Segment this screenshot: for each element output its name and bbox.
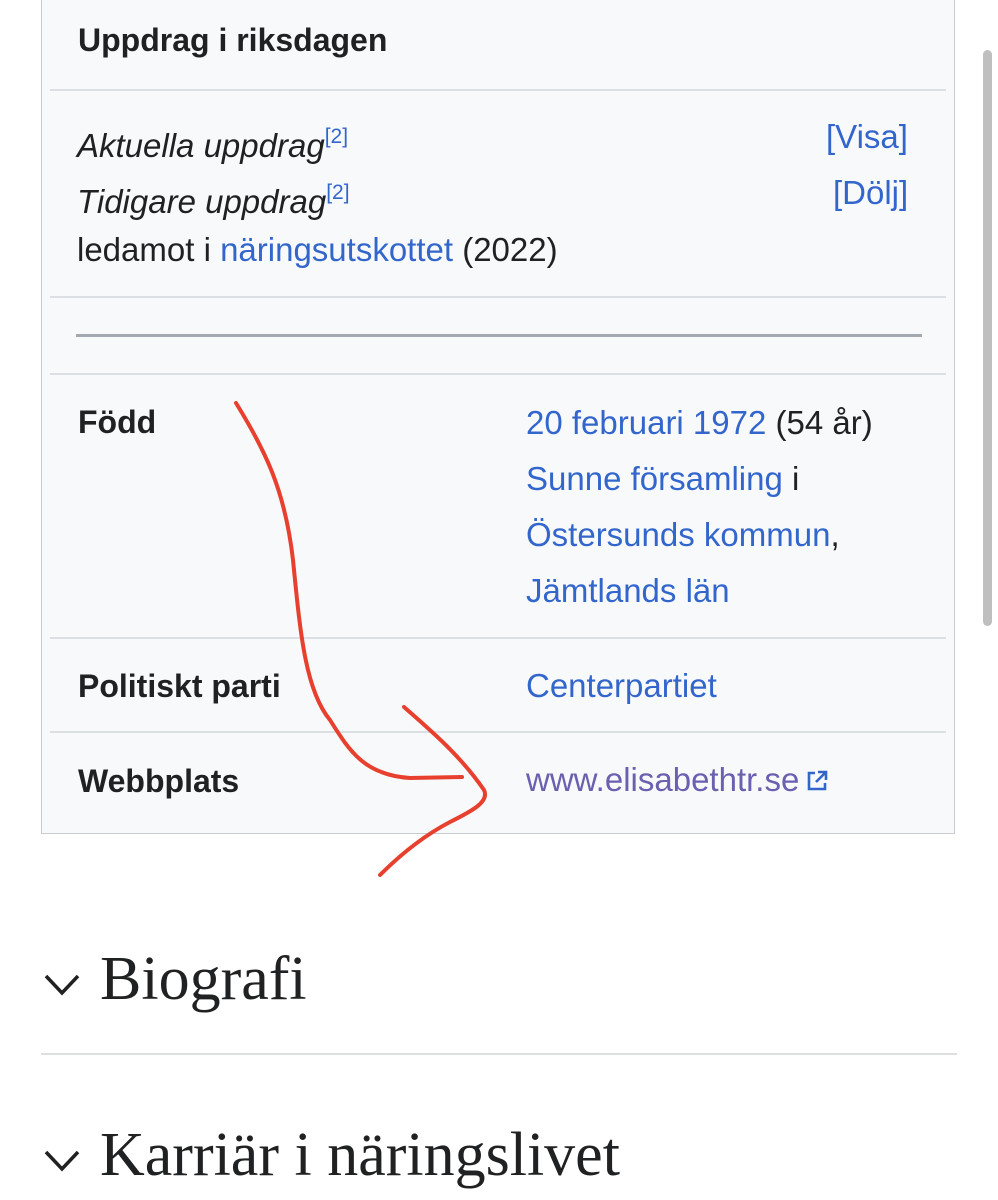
current-assignments-label: Aktuella uppdrag [77, 127, 325, 164]
show-toggle[interactable]: [Visa] [826, 115, 908, 159]
divider [50, 731, 946, 733]
current-assignments-row: Aktuella uppdrag[2] [77, 115, 348, 168]
past-assignments-label: Tidigare uppdrag [77, 183, 327, 220]
age: (54 år) [766, 404, 873, 441]
municipality-suffix: , [830, 516, 840, 553]
parish-link[interactable]: Sunne församling [526, 460, 783, 497]
section-title-biografi[interactable]: Biografi [100, 944, 307, 1015]
section-title-karriar[interactable]: Karriär i näringslivet [100, 1120, 620, 1191]
birth-date-link[interactable]: 20 februari 1972 [526, 404, 766, 441]
scrollbar[interactable] [983, 50, 992, 626]
committee-membership: ledamot i näringsutskottet (2022) [77, 228, 558, 272]
divider [50, 637, 946, 639]
divider [50, 373, 946, 375]
chevron-down-icon[interactable] [42, 972, 82, 998]
reference-link[interactable]: [2] [326, 181, 349, 204]
infobox-section-heading: Uppdrag i riksdagen [78, 22, 388, 58]
county-link[interactable]: Jämtlands län [526, 572, 730, 609]
divider [50, 296, 946, 298]
reference-link[interactable]: [2] [325, 125, 348, 148]
parish-suffix: i [782, 460, 800, 497]
party-label: Politiskt parti [78, 668, 281, 704]
section-divider [41, 1053, 957, 1055]
chevron-down-icon[interactable] [42, 1148, 82, 1174]
horizontal-rule [76, 334, 922, 337]
party-link[interactable]: Centerpartiet [526, 658, 717, 714]
committee-prefix: ledamot i [77, 231, 221, 268]
committee-link[interactable]: näringsutskottet [220, 231, 453, 268]
municipality-link[interactable]: Östersunds kommun [526, 516, 830, 553]
committee-year: (2022) [453, 231, 558, 268]
external-link-icon [808, 770, 828, 791]
born-label: Född [78, 404, 157, 440]
born-value: 20 februari 1972 (54 år) Sunne församlin… [526, 395, 873, 619]
hide-toggle[interactable]: [Dölj] [833, 171, 908, 215]
website-value: www.elisabethtr.se [526, 752, 829, 808]
divider [50, 89, 946, 91]
website-link[interactable]: www.elisabethtr.se [526, 761, 799, 798]
past-assignments-row: Tidigare uppdrag[2] [77, 171, 350, 224]
website-label: Webbplats [78, 763, 240, 799]
